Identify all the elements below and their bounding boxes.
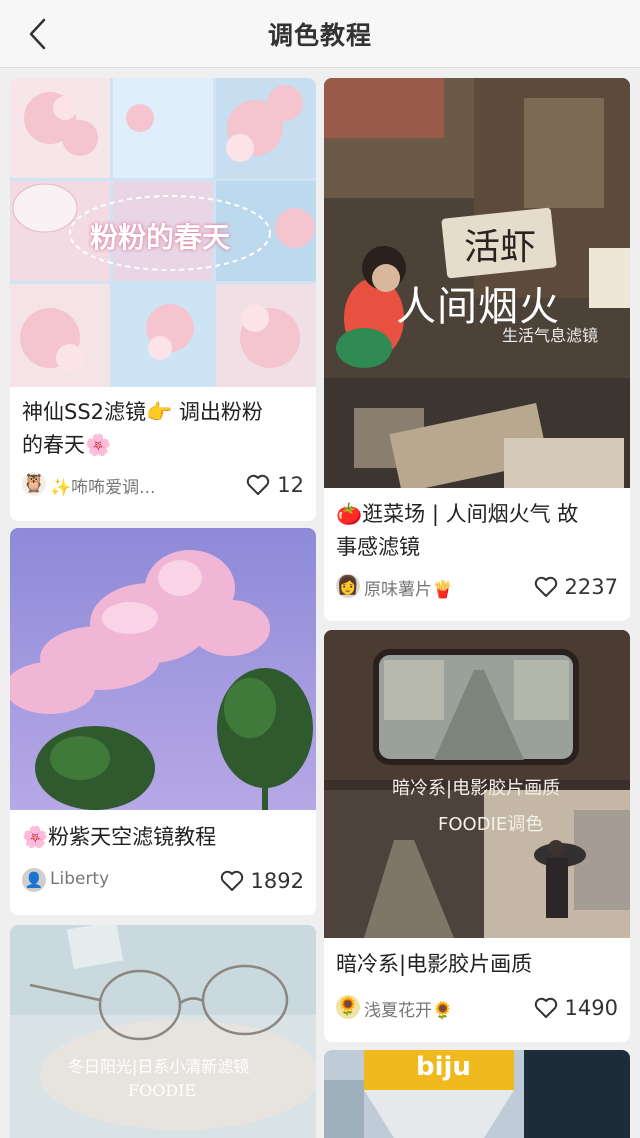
post-title-line: 事感滤镜 [336, 535, 420, 559]
author-name[interactable]: 原味薯片🍟 [364, 575, 453, 600]
post-title-line: 神仙SS2滤镜👉 调出粉粉 [22, 400, 263, 424]
like-count: 1892 [250, 869, 304, 893]
avatar[interactable]: 👤 [22, 868, 46, 892]
post-card[interactable]: 冬日阳光|日系小清新滤镜 FOODIE [10, 925, 316, 1138]
post-card[interactable]: 粉粉的春天 神仙SS2滤镜👉 调出粉粉 的春天🌸 🦉 ✨咘咘爱调... 12 [10, 78, 316, 521]
heart-icon [247, 474, 270, 495]
like-button[interactable]: 1892 [220, 866, 304, 896]
cover-subcaption: FOODIE [128, 1081, 197, 1100]
post-title: 🌸粉紫天空滤镜教程 [22, 821, 304, 854]
like-button[interactable]: 2237 [534, 572, 618, 602]
avatar[interactable]: 🌻 [336, 995, 360, 1019]
post-cover-image: 活虾 人间烟火 生活气息滤镜 [324, 78, 630, 488]
author-name[interactable]: Liberty [50, 869, 109, 889]
post-cover-image: 暗冷系|电影胶片画质 FOODIE调色 [324, 630, 630, 938]
author-name[interactable]: 浅夏花开🌻 [364, 996, 453, 1021]
post-title: 🍅逛菜场 | 人间烟火气 故 事感滤镜 [336, 498, 618, 564]
post-meta: 👤 Liberty 1892 [22, 866, 304, 896]
page-title: 调色教程 [267, 21, 372, 50]
post-meta: 🌻 浅夏花开🌻 1490 [336, 993, 618, 1023]
like-count: 1490 [564, 996, 618, 1020]
author-name[interactable]: ✨咘咘爱调... [50, 473, 155, 498]
post-title-line: 🍅逛菜场 | 人间烟火气 故 [336, 502, 579, 526]
post-title-line: 的春天🌸 [22, 433, 112, 457]
cover-caption: 粉粉的春天 [90, 221, 231, 254]
cover-sign: 活虾 [464, 227, 537, 268]
post-cover-image: 冬日阳光|日系小清新滤镜 FOODIE [10, 925, 316, 1138]
post-card[interactable]: 🌸粉紫天空滤镜教程 👤 Liberty 1892 [10, 528, 316, 915]
cover-caption: biju [416, 1052, 471, 1082]
post-title: 神仙SS2滤镜👉 调出粉粉 的春天🌸 [22, 396, 304, 462]
post-title-line: 🌸粉紫天空滤镜教程 [22, 825, 217, 849]
post-cover-image: biju [324, 1050, 630, 1138]
avatar[interactable]: 👩 [336, 574, 360, 598]
like-count: 12 [277, 473, 304, 497]
heart-icon [220, 870, 243, 891]
cover-caption: 冬日阳光|日系小清新滤镜 [68, 1057, 250, 1076]
like-button[interactable]: 12 [246, 470, 304, 500]
post-title: 暗冷系|电影胶片画质 [336, 948, 618, 981]
post-cover-image: 粉粉的春天 [10, 78, 316, 387]
cover-subcaption: 生活气息滤镜 [502, 326, 599, 345]
post-card[interactable]: 活虾 人间烟火 生活气息滤镜 🍅逛菜场 | 人间烟火气 故 事感滤镜 👩 原味薯… [324, 78, 630, 621]
like-count: 2237 [564, 575, 618, 599]
post-card[interactable]: 暗冷系|电影胶片画质 FOODIE调色 暗冷系|电影胶片画质 🌻 浅夏花开🌻 1… [324, 630, 630, 1042]
like-button[interactable]: 1490 [534, 993, 618, 1023]
post-meta: 🦉 ✨咘咘爱调... 12 [22, 470, 304, 500]
heart-icon [534, 576, 557, 597]
post-card[interactable]: biju [324, 1050, 630, 1138]
post-cover-image [10, 528, 316, 810]
post-title-line: 暗冷系|电影胶片画质 [336, 952, 533, 976]
nav-bar: 调色教程 [0, 0, 640, 68]
heart-icon [534, 997, 557, 1018]
cover-caption: 暗冷系|电影胶片画质 [392, 778, 561, 799]
post-meta: 👩 原味薯片🍟 2237 [336, 572, 618, 602]
cover-subcaption: FOODIE调色 [438, 814, 544, 835]
avatar[interactable]: 🦉 [22, 472, 46, 496]
